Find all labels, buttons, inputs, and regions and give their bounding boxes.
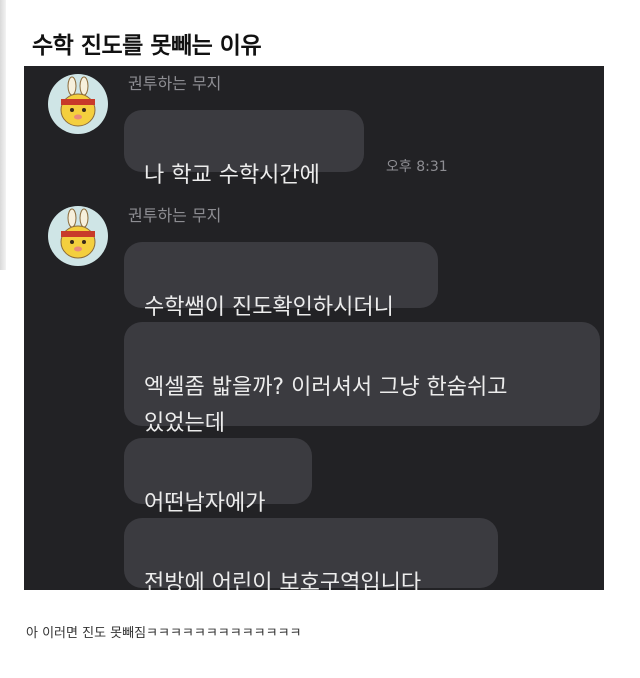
muzi-boxer-icon [60,76,96,127]
avatar-icon[interactable] [48,74,108,134]
post-caption: 아 이러면 진도 못빼짐ㅋㅋㅋㅋㅋㅋㅋㅋㅋㅋㅋㅋㅋ [26,626,302,641]
sender-name: 권투하는 무지 [128,74,222,93]
message-text: 엑셀좀 밟을까? 이러셔서 그냥 한숨쉬고 있었는데 [144,375,508,436]
message-bubble[interactable]: 나 학교 수학시간에 [124,110,364,188]
message-text: 어떤남자에가 [144,491,266,516]
message-bubble[interactable]: 수학쌤이 진도확인하시더니 [124,242,438,320]
message-bubble[interactable]: 엑셀좀 밟을까? 이러셔서 그냥 한숨쉬고 있었는데 [124,322,600,436]
message-bubble[interactable]: 전방에 어린이 보호구역입니다 [124,518,498,590]
muzi-boxer-icon [60,208,96,259]
page-edge-shadow [0,0,6,270]
post-title: 수학 진도를 못빼는 이유 [32,33,262,59]
chat-screenshot: 권투하는 무지 나 학교 수학시간에 오후 8:31 권투하는 무지 수학쌤이 … [24,66,604,590]
avatar-icon[interactable] [48,206,108,266]
message-time: 오후 8:31 [386,159,448,175]
message-text: 수학쌤이 진도확인하시더니 [144,295,394,320]
message-text: 나 학교 수학시간에 [144,163,320,188]
message-bubble[interactable]: 어떤남자에가 [124,438,312,516]
message-text: 전방에 어린이 보호구역입니다 [144,571,422,590]
sender-name: 권투하는 무지 [128,206,222,225]
